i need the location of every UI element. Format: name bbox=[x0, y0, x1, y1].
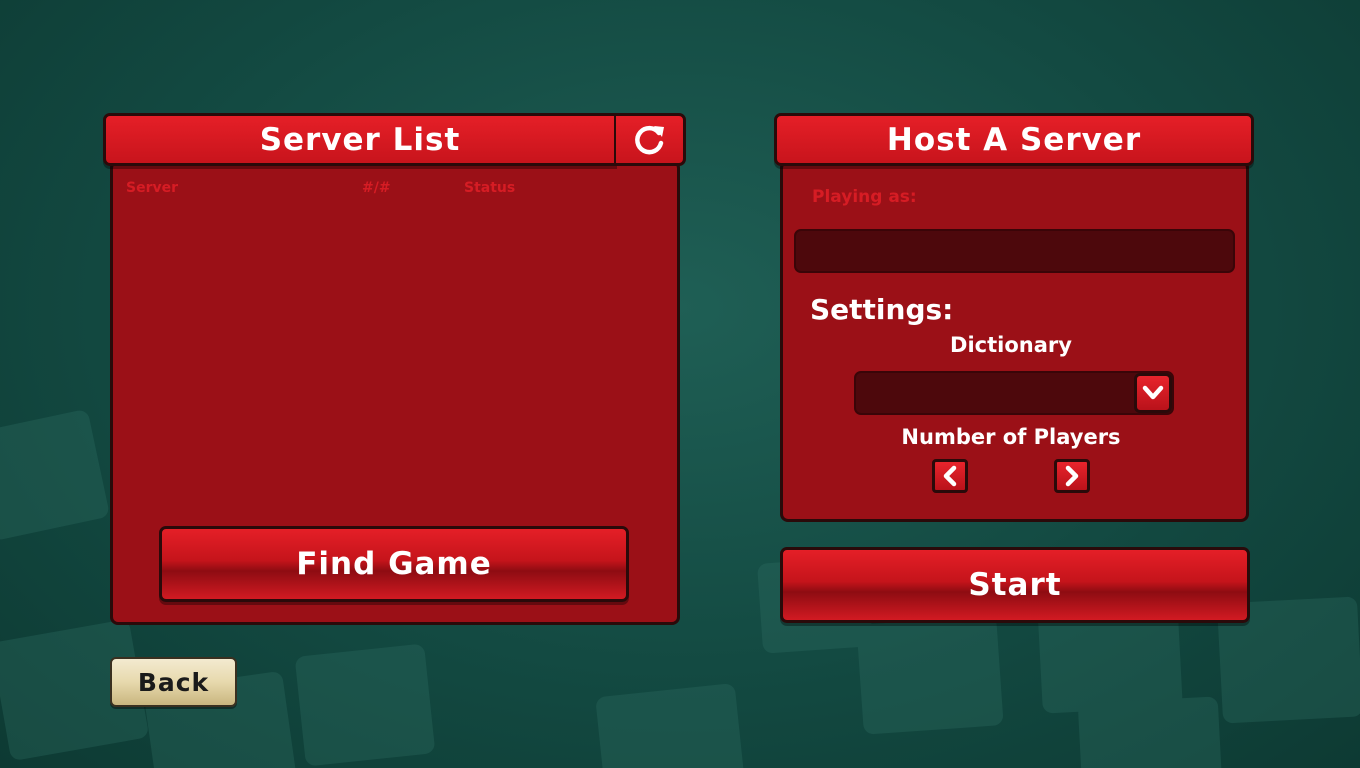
server-list-header: Server List bbox=[103, 113, 617, 166]
back-label: Back bbox=[137, 667, 210, 697]
playing-as-label: Playing as: bbox=[812, 187, 917, 207]
back-button[interactable]: Back bbox=[110, 657, 237, 707]
start-label: Start bbox=[968, 567, 1062, 603]
column-header-server[interactable]: Server bbox=[126, 180, 178, 196]
host-server-header: Host A Server bbox=[774, 113, 1254, 166]
dictionary-label: Dictionary bbox=[950, 333, 1072, 357]
host-server-title: Host A Server bbox=[886, 121, 1142, 158]
players-increase-button[interactable] bbox=[1054, 459, 1090, 493]
refresh-icon bbox=[634, 125, 664, 154]
players-decrease-button[interactable] bbox=[932, 459, 968, 493]
chevron-right-icon bbox=[1065, 465, 1079, 487]
number-of-players-label: Number of Players bbox=[901, 425, 1121, 449]
dictionary-dropdown-button[interactable] bbox=[1134, 373, 1172, 413]
column-header-players[interactable]: #/# bbox=[362, 180, 391, 196]
start-button[interactable]: Start bbox=[780, 547, 1250, 623]
find-game-label: Find Game bbox=[296, 546, 492, 582]
player-name-field[interactable] bbox=[794, 229, 1235, 273]
refresh-button[interactable] bbox=[614, 113, 686, 166]
settings-label: Settings: bbox=[810, 293, 954, 326]
server-list-title: Server List bbox=[259, 121, 461, 158]
find-game-button[interactable]: Find Game bbox=[159, 526, 629, 602]
column-header-status[interactable]: Status bbox=[464, 180, 515, 196]
chevron-down-icon bbox=[1142, 385, 1164, 400]
chevron-left-icon bbox=[943, 465, 957, 487]
dictionary-dropdown[interactable] bbox=[854, 371, 1174, 415]
